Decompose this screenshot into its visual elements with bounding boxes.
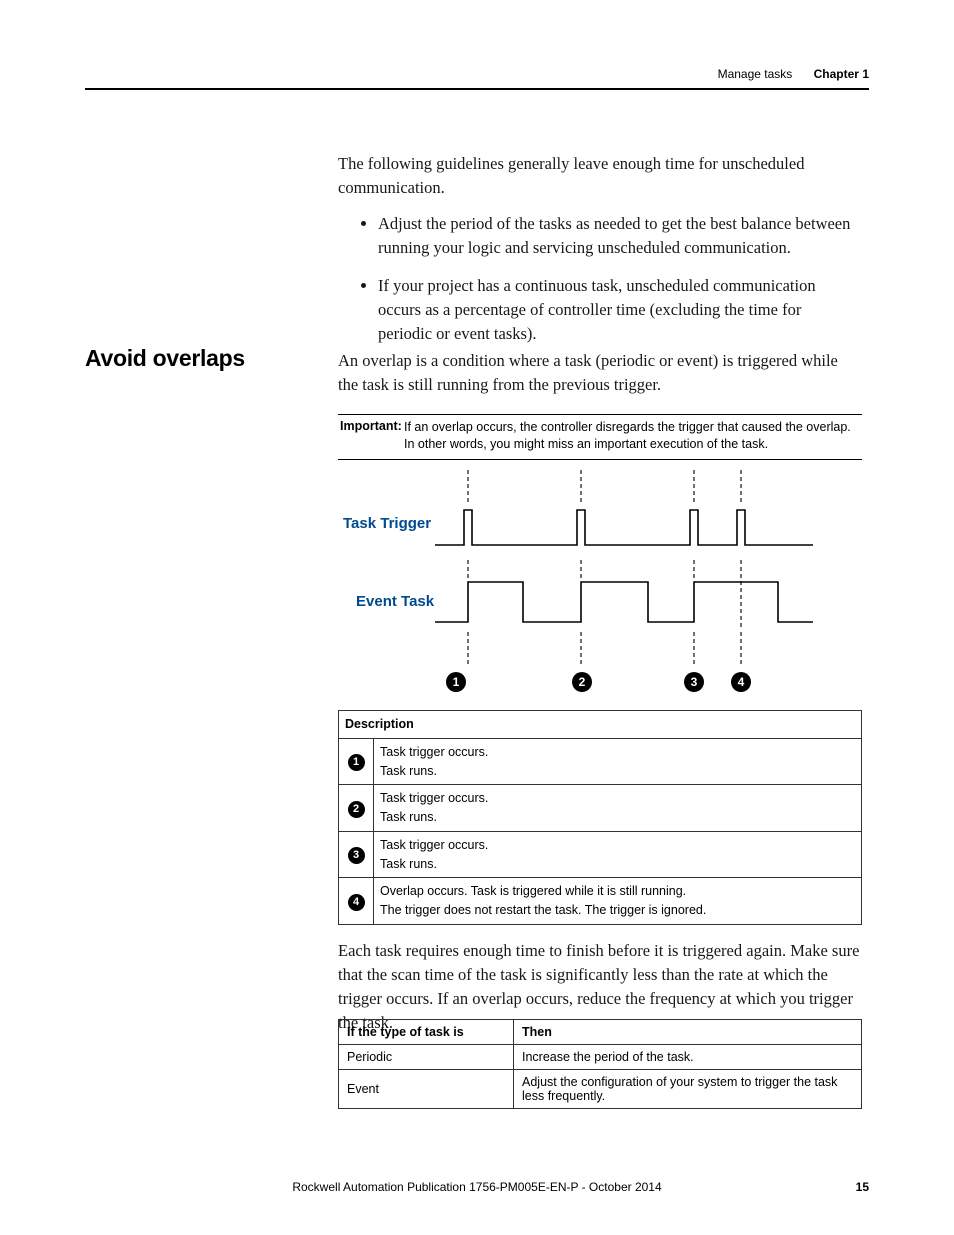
footer-page-number: 15 [856,1180,869,1194]
diagram-label-event: Event Task [356,593,435,610]
header-section: Manage tasks [718,67,793,81]
header-rule [85,88,869,90]
bullet-item: Adjust the period of the tasks as needed… [378,212,858,260]
type-col1-header: If the type of task is [339,1020,514,1045]
diagram-label-trigger: Task Trigger [343,515,431,532]
overlap-intro-paragraph: An overlap is a condition where a task (… [338,349,858,397]
row-num-icon: 2 [348,801,365,818]
row-num-icon: 3 [348,847,365,864]
intro-paragraph: The following guidelines generally leave… [338,152,858,200]
document-page: Manage tasks Chapter 1 The following gui… [0,0,954,1235]
desc-line: Task runs. [380,764,437,778]
svg-text:4: 4 [738,675,745,689]
desc-line: Task trigger occurs. [380,791,488,805]
task-type-table: If the type of task is Then Periodic Inc… [338,1019,862,1109]
important-callout: Important: If an overlap occurs, the con… [338,414,862,460]
table-row: 3 Task trigger occurs. Task runs. [339,831,862,878]
desc-line: Task runs. [380,810,437,824]
important-label: Important: [338,419,404,453]
desc-line: Task runs. [380,857,437,871]
desc-line: Overlap occurs. Task is triggered while … [380,884,686,898]
bullet-item: If your project has a continuous task, u… [378,274,858,346]
type-col2-header: Then [514,1020,862,1045]
svg-text:3: 3 [691,675,698,689]
table-row: 2 Task trigger occurs. Task runs. [339,785,862,832]
page-header: Manage tasks Chapter 1 [85,67,869,81]
important-text: If an overlap occurs, the controller dis… [404,419,862,453]
svg-text:2: 2 [579,675,586,689]
type-cell: Periodic [339,1045,514,1070]
row-num-icon: 4 [348,894,365,911]
desc-line: Task trigger occurs. [380,745,488,759]
footer-publication: Rockwell Automation Publication 1756-PM0… [85,1180,869,1194]
table-row: 4 Overlap occurs. Task is triggered whil… [339,878,862,925]
desc-line: Task trigger occurs. [380,838,488,852]
guideline-bullets: Adjust the period of the tasks as needed… [338,212,858,360]
section-heading: Avoid overlaps [85,345,245,372]
desc-line: The trigger does not restart the task. T… [380,903,706,917]
desc-table-header: Description [339,711,862,739]
table-row: Periodic Increase the period of the task… [339,1045,862,1070]
header-chapter: Chapter 1 [814,67,869,81]
type-cell: Event [339,1070,514,1109]
description-table: Description 1 Task trigger occurs. Task r… [338,710,862,925]
type-cell: Adjust the configuration of your system … [514,1070,862,1109]
overlap-diagram: Task Trigger Event Task 1 2 3 4 [338,460,862,698]
table-row: Event Adjust the configuration of your s… [339,1070,862,1109]
row-num-icon: 1 [348,754,365,771]
svg-text:1: 1 [453,675,460,689]
table-row: 1 Task trigger occurs. Task runs. [339,738,862,785]
type-cell: Increase the period of the task. [514,1045,862,1070]
